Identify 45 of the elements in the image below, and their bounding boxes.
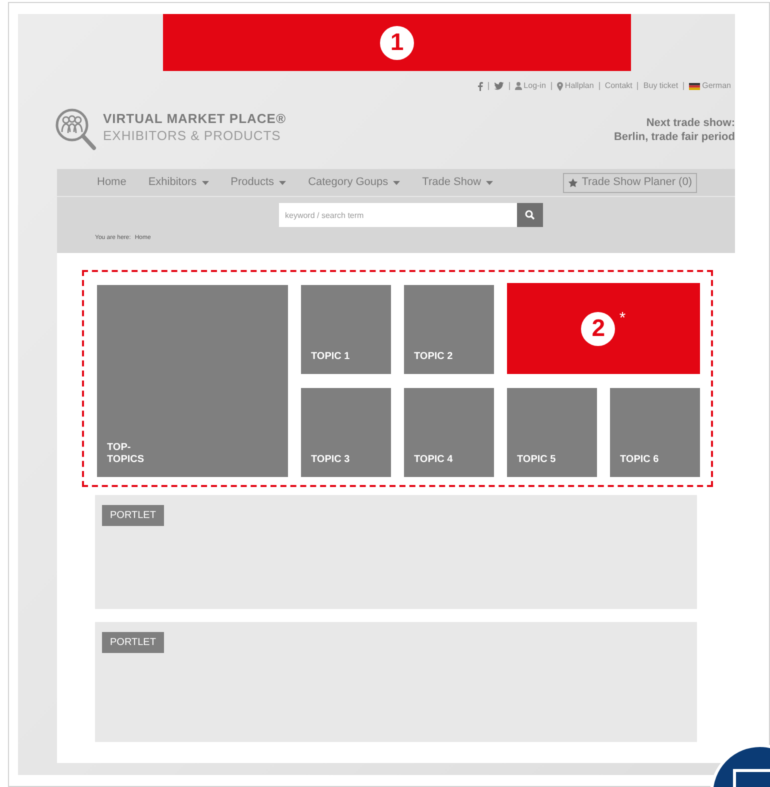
nav-item[interactable]: Exhibitors bbox=[148, 174, 209, 191]
twitter-icon[interactable] bbox=[494, 82, 504, 90]
number-marker: 1 bbox=[380, 26, 414, 60]
search-field[interactable]: keyword / search term bbox=[279, 203, 517, 227]
user-icon bbox=[514, 82, 522, 90]
topic-tile[interactable]: TOPIC 2 bbox=[404, 285, 494, 374]
nav-item[interactable]: Home bbox=[97, 174, 126, 191]
topic-tile[interactable]: TOPIC 5 bbox=[507, 388, 597, 477]
next-show-heading: Next trade show: bbox=[646, 116, 735, 130]
header-link[interactable]: Hallplan bbox=[556, 80, 594, 92]
next-show-detail: Berlin, trade fair period bbox=[614, 130, 735, 144]
tile-label: TOPIC 4 bbox=[414, 453, 453, 467]
nav-item[interactable]: Trade Show bbox=[422, 174, 494, 191]
pin-icon bbox=[556, 82, 563, 90]
search-button[interactable] bbox=[517, 203, 543, 227]
portlet-label: PORTLET bbox=[102, 632, 164, 653]
top-topics-tile[interactable]: TOP- TOPICS bbox=[97, 285, 288, 477]
planner-button[interactable]: Trade Show Planer (0) bbox=[562, 172, 697, 192]
header-link[interactable]: Log-in bbox=[514, 80, 546, 92]
facebook-icon[interactable] bbox=[478, 82, 483, 90]
portlet-label: PORTLET bbox=[102, 505, 164, 526]
tile-label: TOP- bbox=[107, 442, 132, 454]
tile-label: TOPIC 5 bbox=[517, 453, 556, 467]
star-icon bbox=[568, 178, 578, 188]
number-marker: 2 bbox=[581, 312, 616, 346]
nav-item[interactable]: Products bbox=[230, 174, 286, 191]
tile-label: TOPIC 6 bbox=[620, 453, 659, 467]
logo-subtitle: EXHIBITORS & PRODUCTS bbox=[103, 127, 282, 144]
logo-title: VIRTUAL MARKET PLACE® bbox=[103, 110, 286, 127]
flag-icon bbox=[689, 82, 700, 90]
tile-label: TOPIC 2 bbox=[414, 350, 453, 364]
tile-label: TOPIC 1 bbox=[311, 350, 350, 364]
search-icon bbox=[525, 210, 535, 220]
topic-tile[interactable]: TOPIC 1 bbox=[301, 285, 391, 374]
header-link[interactable]: Contakt bbox=[604, 80, 632, 92]
people-search-icon bbox=[55, 108, 97, 152]
asterisk: * bbox=[619, 309, 626, 329]
nav-item[interactable]: Category Goups bbox=[308, 174, 400, 191]
topic-tile[interactable]: TOPIC 6 bbox=[610, 388, 700, 477]
tile-label: TOPIC 3 bbox=[311, 453, 350, 467]
header-link[interactable]: Buy ticket bbox=[643, 80, 678, 92]
topic-tile[interactable]: TOPIC 3 bbox=[301, 388, 391, 477]
tile-label: TOPICS bbox=[107, 454, 146, 466]
topic-tile[interactable]: TOPIC 4 bbox=[404, 388, 494, 477]
header-link[interactable]: German bbox=[689, 80, 731, 92]
